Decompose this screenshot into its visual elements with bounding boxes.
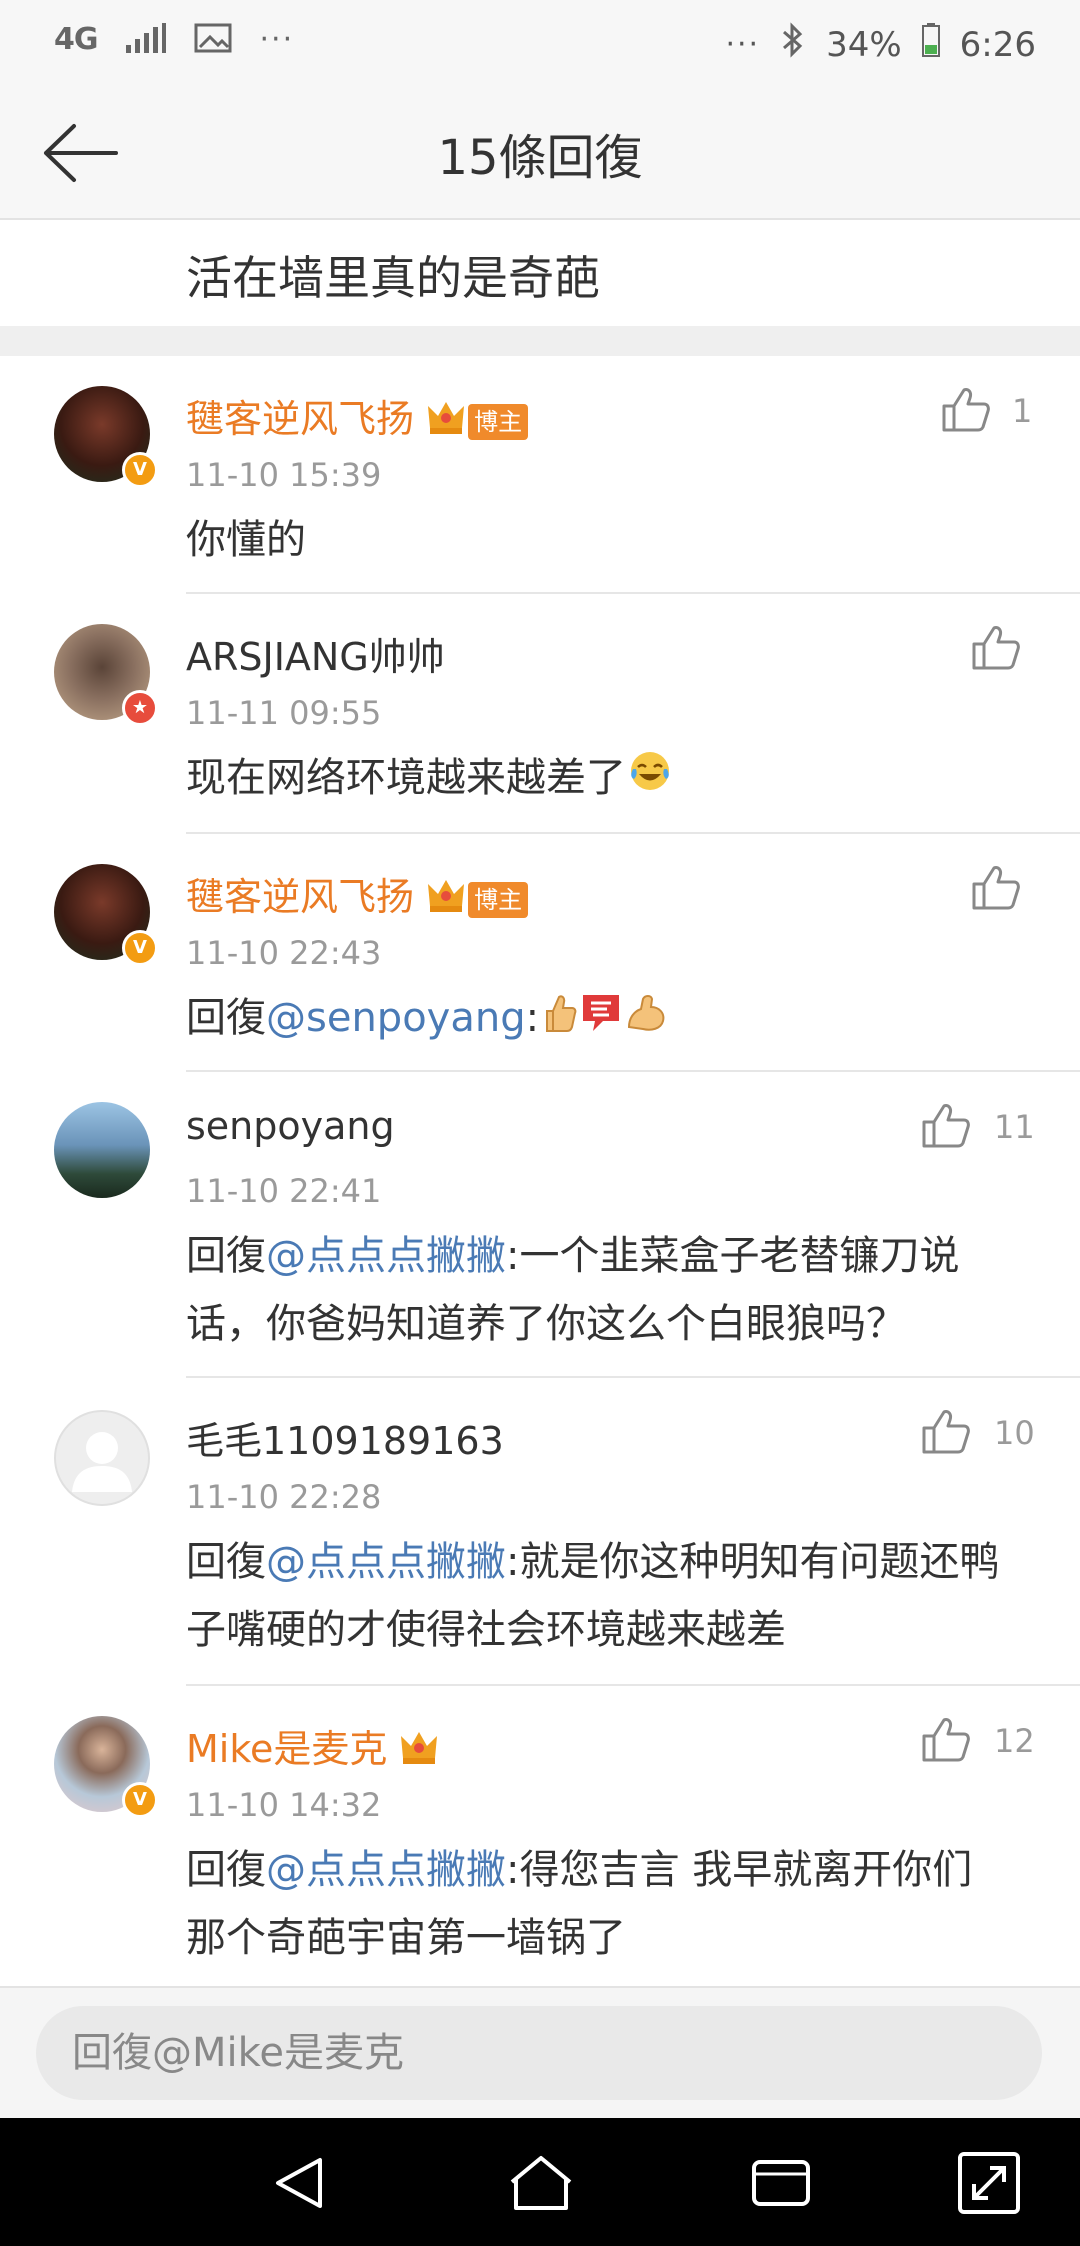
like-count: 11 xyxy=(994,1108,1035,1146)
username[interactable]: Mike是麦克 xyxy=(186,1718,439,1775)
thumbs-up-icon xyxy=(942,388,990,432)
thumbs-up-icon xyxy=(922,1104,970,1148)
crown-icon xyxy=(399,1728,439,1775)
verified-badge: V xyxy=(122,452,158,488)
mention-link[interactable]: @点点点撇撇 xyxy=(266,1539,506,1585)
original-post[interactable]: 活在墙里真的是奇葩 xyxy=(0,220,1080,326)
nav-home-button[interactable] xyxy=(506,2148,576,2218)
status-bar: 4G ··· ··· 34% 6:26 xyxy=(0,0,1080,90)
like-button[interactable] xyxy=(922,1716,970,1766)
comment-item[interactable]: V 毽客逆风飞扬 博主 11-10 15:39 你懂的 1 xyxy=(0,356,1080,594)
reply-input[interactable] xyxy=(36,2006,1042,2100)
expand-icon xyxy=(958,2152,1020,2214)
home-icon xyxy=(510,2156,572,2210)
thumbs-up-icon xyxy=(922,1718,970,1762)
crown-icon xyxy=(426,398,466,445)
comment-body: 回復@点点点撇撇:就是你这种明知有问题还鸭子嘴硬的才使得社会环境越来越差 xyxy=(186,1528,1006,1664)
like-count: 1 xyxy=(1012,392,1033,430)
reply-bar xyxy=(0,1986,1080,2120)
battery-icon xyxy=(921,23,940,66)
comment-item[interactable]: senpoyang 11-10 22:41 回復@点点点撇撇:一个韭菜盒子老替镰… xyxy=(0,1072,1080,1378)
default-avatar-icon xyxy=(72,1432,132,1492)
triangle-back-icon xyxy=(276,2158,322,2208)
username[interactable]: senpoyang xyxy=(186,1104,395,1148)
mention-link[interactable]: @senpoyang xyxy=(266,995,526,1041)
thumbs-up-icon xyxy=(972,866,1020,910)
like-count: 10 xyxy=(994,1414,1035,1452)
reply-prefix: 回復 xyxy=(186,995,266,1041)
comment-item[interactable]: 毛毛1109189163 11-10 22:28 回復@点点点撇撇:就是你这种明… xyxy=(0,1378,1080,1686)
avatar[interactable] xyxy=(54,1410,150,1506)
cheer-emoji-icon xyxy=(579,986,623,1054)
thumbs-up-icon xyxy=(922,1410,970,1454)
comment-body: 回復@点点点撇撇:得您吉言 我早就离开你们那个奇葩宇宙第一墙锅了 xyxy=(186,1836,1006,1972)
avatar[interactable] xyxy=(54,1102,150,1198)
comment-item[interactable]: V 毽客逆风飞扬 博主 11-10 22:43 回復@senpoyang: xyxy=(0,834,1080,1072)
avatar[interactable]: V xyxy=(54,1716,158,1818)
comment-item[interactable]: V Mike是麦克 11-10 14:32 回復@点点点撇撇:得您吉言 我早就离… xyxy=(0,1686,1080,1986)
comment-time: 11-10 22:43 xyxy=(186,934,382,972)
post-text: 活在墙里真的是奇葩 xyxy=(186,251,600,305)
username[interactable]: ARSJIANG帅帅 xyxy=(186,626,445,681)
verified-badge: V xyxy=(122,930,158,966)
network-type: 4G xyxy=(54,22,98,57)
battery-percent: 34% xyxy=(826,24,902,65)
section-divider xyxy=(0,326,1080,356)
clock: 6:26 xyxy=(959,24,1036,65)
username[interactable]: 毽客逆风飞扬 博主 xyxy=(186,866,529,923)
comment-body: 回復@点点点撇撇:一个韭菜盒子老替镰刀说话，你爸妈知道养了你这么个白眼狼吗？ xyxy=(186,1222,1006,1358)
page-title: 15條回復 xyxy=(437,130,643,186)
comment-body: 现在网络环境越来越差了 xyxy=(186,744,1006,814)
system-nav-bar xyxy=(0,2118,1080,2246)
mention-link[interactable]: @点点点撇撇 xyxy=(266,1847,506,1893)
crown-icon xyxy=(426,876,466,923)
nav-expand-button[interactable] xyxy=(954,2148,1024,2218)
comment-item[interactable]: ★ ARSJIANG帅帅 11-11 09:55 现在网络环境越来越差了 xyxy=(0,594,1080,834)
author-badge: 博主 xyxy=(468,881,529,918)
comment-time: 11-10 14:32 xyxy=(186,1786,382,1824)
comment-time: 11-10 22:28 xyxy=(186,1478,382,1516)
recents-icon xyxy=(752,2160,810,2206)
like-button[interactable] xyxy=(972,864,1020,914)
comment-text: : xyxy=(525,995,540,1041)
comment-time: 11-10 15:39 xyxy=(186,456,382,494)
comment-time: 11-11 09:55 xyxy=(186,694,382,732)
like-button[interactable] xyxy=(972,624,1020,674)
verified-badge: ★ xyxy=(122,690,158,726)
nav-recents-button[interactable] xyxy=(746,2148,816,2218)
laugh-cry-emoji-icon xyxy=(628,746,672,814)
more-status: ··· xyxy=(725,27,761,62)
verified-badge: V xyxy=(122,1782,158,1818)
comment-text: 你懂的 xyxy=(186,517,306,563)
comment-time: 11-10 22:41 xyxy=(186,1172,382,1210)
mention-link[interactable]: @点点点撇撇 xyxy=(266,1233,506,1279)
signal-icon xyxy=(125,22,166,57)
title-bar: 15條回復 xyxy=(0,90,1080,220)
like-button[interactable] xyxy=(922,1102,970,1152)
reply-prefix: 回復 xyxy=(186,1233,266,1279)
avatar[interactable]: ★ xyxy=(54,624,158,726)
avatar[interactable]: V xyxy=(54,864,158,966)
reply-prefix: 回復 xyxy=(186,1847,266,1893)
like-count: 12 xyxy=(994,1722,1035,1760)
thumbs-up-icon xyxy=(972,626,1020,670)
avatar[interactable]: V xyxy=(54,386,158,488)
more-notifications: ··· xyxy=(259,22,295,57)
username[interactable]: 毛毛1109189163 xyxy=(186,1410,504,1465)
reply-prefix: 回復 xyxy=(186,1539,266,1585)
thumbs-up-emoji-icon xyxy=(541,986,577,1054)
bluetooth-icon xyxy=(780,22,806,67)
muscle-emoji-icon xyxy=(625,986,667,1054)
comment-body: 回復@senpoyang: xyxy=(186,984,1006,1054)
author-badge: 博主 xyxy=(468,403,529,440)
image-icon xyxy=(194,23,232,57)
like-button[interactable] xyxy=(922,1408,970,1458)
nav-back-button[interactable] xyxy=(266,2148,336,2218)
comment-text: 现在网络环境越来越差了 xyxy=(186,755,626,801)
like-button[interactable] xyxy=(942,386,990,436)
username[interactable]: 毽客逆风飞扬 博主 xyxy=(186,388,529,445)
